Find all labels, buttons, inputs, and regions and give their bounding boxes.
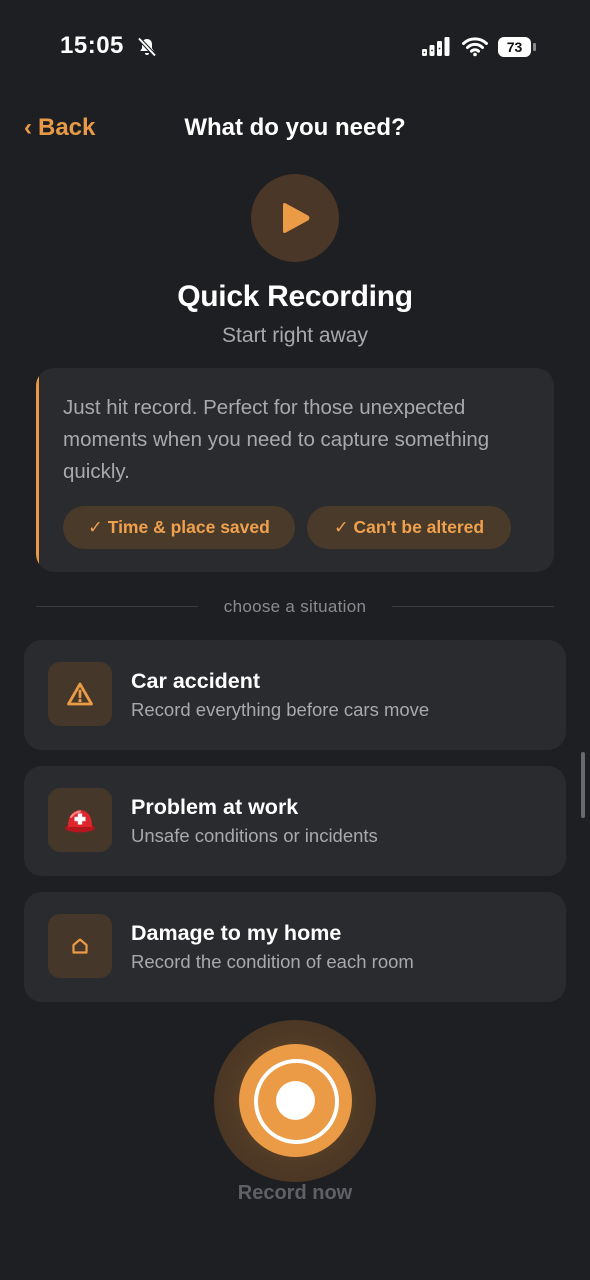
record-button[interactable] (239, 1044, 352, 1157)
feature-chip-unaltered: ✓ Can't be altered (307, 506, 511, 549)
play-icon (251, 174, 339, 262)
accent-bar (36, 368, 39, 572)
warning-icon (48, 662, 112, 726)
situation-title: Damage to my home (131, 921, 342, 945)
situation-title: Problem at work (131, 795, 299, 819)
record-icon (276, 1081, 315, 1120)
scrollbar[interactable] (581, 752, 585, 818)
battery-indicator: 73 (498, 37, 536, 57)
helmet-icon (48, 788, 112, 852)
feature-chip-time-place: ✓ Time & place saved (63, 506, 295, 549)
cellular-signal-icon (422, 37, 450, 56)
hero-subtitle: Start right away (222, 324, 368, 347)
situation-subtitle: Record the condition of each room (131, 951, 414, 972)
situation-title: Car accident (131, 669, 261, 693)
record-label: Record now (237, 1182, 353, 1204)
status-time: 15:05 (60, 32, 124, 59)
divider-label: choose a situation (223, 597, 367, 616)
home-icon (48, 914, 112, 978)
bell-muted-icon (137, 37, 157, 57)
situation-problem-at-work[interactable]: Problem at work Unsafe conditions or inc… (24, 766, 566, 876)
battery-level: 73 (498, 37, 531, 57)
situation-subtitle: Unsafe conditions or incidents (131, 825, 378, 846)
page-title: What do you need? (184, 114, 406, 141)
situation-subtitle: Record everything before cars move (131, 699, 430, 720)
situation-home-damage[interactable]: Damage to my home Record the condition o… (24, 892, 566, 1002)
info-text: Just hit record. Perfect for those unexp… (63, 396, 490, 483)
battery-tip (533, 43, 536, 51)
hero-title: Quick Recording (177, 280, 413, 313)
situation-car-accident[interactable]: Car accident Record everything before ca… (24, 640, 566, 750)
info-card: Just hit record. Perfect for those unexp… (36, 368, 554, 572)
wifi-icon (462, 37, 488, 57)
